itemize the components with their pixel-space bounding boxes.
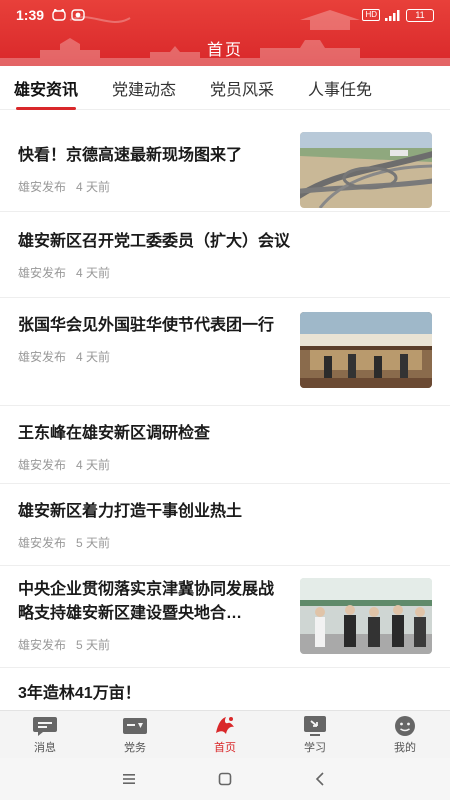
news-age: 4 天前	[76, 350, 111, 364]
party-affairs-icon	[123, 717, 147, 734]
news-age: 5 天前	[76, 536, 111, 550]
nav-messages[interactable]: 消息	[0, 711, 90, 758]
tab-party-building[interactable]: 党建动态	[112, 76, 176, 106]
tab-personnel[interactable]: 人事任免	[308, 76, 372, 106]
cat-notification-icon	[52, 9, 66, 21]
news-item[interactable]: 雄安新区召开党工委委员（扩大）会议 雄安发布 4 天前	[0, 212, 450, 298]
news-meta: 雄安发布 4 天前	[18, 456, 432, 473]
news-thumbnail	[300, 132, 432, 208]
news-meta: 雄安发布 4 天前	[18, 348, 280, 365]
news-source: 雄安发布	[18, 180, 67, 194]
profile-icon	[395, 715, 415, 736]
news-meta: 雄安发布 4 天前	[18, 178, 280, 195]
news-headline: 雄安新区着力打造干事创业热土	[18, 503, 243, 520]
nav-label: 首页	[214, 741, 236, 754]
signal-icon	[385, 9, 400, 21]
news-source: 雄安发布	[18, 638, 67, 652]
news-headline: 王东峰在雄安新区调研检查	[18, 425, 211, 442]
news-headline: 张国华会见外国驻华使节代表团一行	[18, 317, 275, 334]
nav-label: 党务	[124, 741, 146, 754]
news-source: 雄安发布	[18, 266, 67, 280]
nav-label: 学习	[304, 741, 326, 754]
news-item[interactable]: 王东峰在雄安新区调研检查 雄安发布 4 天前	[0, 406, 450, 484]
news-item[interactable]: 雄安新区着力打造干事创业热土 雄安发布 5 天前	[0, 484, 450, 566]
news-age: 5 天前	[76, 638, 111, 652]
category-tabs: 雄安资讯 党建动态 党员风采 人事任免	[0, 66, 450, 110]
news-meta: 雄安发布 5 天前	[18, 534, 432, 551]
news-age: 4 天前	[76, 458, 111, 472]
bottom-nav: 消息 党务 首页 学习 我的	[0, 710, 450, 758]
nav-study[interactable]: 学习	[270, 711, 360, 758]
status-time: 1:39	[16, 7, 45, 23]
news-feed: 快看！京德高速最新现场图来了 雄安发布 4 天前 雄安新区召开党工委委员（扩大）会…	[0, 118, 450, 710]
recents-icon[interactable]	[121, 771, 137, 787]
battery-indicator: 11	[406, 8, 434, 22]
news-item[interactable]: 3年造林41万亩！	[0, 668, 450, 710]
home-button-icon[interactable]	[217, 771, 233, 787]
home-logo-icon	[216, 716, 234, 734]
news-meta: 雄安发布 5 天前	[18, 636, 280, 653]
hd-badge: HD	[362, 9, 380, 21]
news-headline: 雄安新区召开党工委委员（扩大）会议	[18, 233, 291, 250]
news-source: 雄安发布	[18, 350, 67, 364]
page-title: 首页	[206, 42, 243, 59]
news-thumbnail	[300, 578, 432, 654]
news-age: 4 天前	[76, 266, 111, 280]
news-headline: 3年造林41万亩！	[18, 685, 141, 702]
nav-home[interactable]: 首页	[180, 711, 270, 758]
message-icon	[33, 716, 57, 736]
back-icon[interactable]	[313, 771, 329, 787]
news-headline: 中央企业贯彻落实京津冀协同发展战略支持雄安新区建设暨央地合…	[18, 581, 275, 622]
nav-party-affairs[interactable]: 党务	[90, 711, 180, 758]
news-meta: 雄安发布 4 天前	[18, 264, 432, 281]
news-thumbnail	[300, 312, 432, 388]
news-item[interactable]: 张国华会见外国驻华使节代表团一行 雄安发布 4 天前	[0, 298, 450, 406]
status-bar: 1:39 HD 11	[0, 0, 450, 30]
tab-xiongan-news[interactable]: 雄安资讯	[14, 76, 78, 110]
nav-label: 我的	[394, 741, 416, 754]
news-source: 雄安发布	[18, 458, 67, 472]
nav-label: 消息	[34, 741, 56, 754]
news-source: 雄安发布	[18, 536, 67, 550]
news-item[interactable]: 中央企业贯彻落实京津冀协同发展战略支持雄安新区建设暨央地合… 雄安发布 5 天前	[0, 566, 450, 668]
nav-profile[interactable]: 我的	[360, 711, 450, 758]
tab-party-members[interactable]: 党员风采	[210, 76, 274, 106]
study-icon	[304, 715, 326, 736]
news-age: 4 天前	[76, 180, 111, 194]
system-nav-bar	[0, 758, 450, 800]
news-item[interactable]: 快看！京德高速最新现场图来了 雄安发布 4 天前	[0, 118, 450, 212]
news-headline: 快看！京德高速最新现场图来了	[18, 147, 243, 164]
app-header: 1:39 HD 11 首页	[0, 0, 450, 66]
eye-notification-icon	[71, 9, 85, 21]
